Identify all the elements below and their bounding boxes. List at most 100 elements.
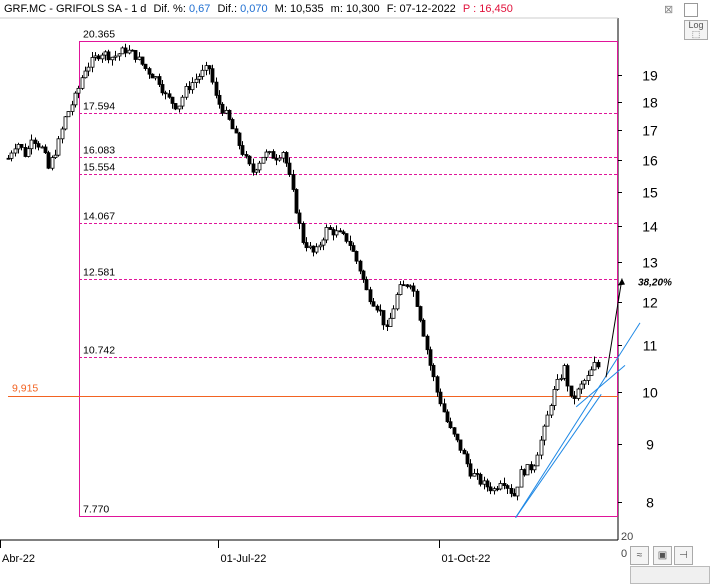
candle-body: [398, 284, 403, 295]
y-tick-label: 9: [646, 437, 654, 453]
candle-body: [220, 103, 225, 114]
candle-body: [70, 104, 75, 112]
y-tick-label: 10: [642, 385, 658, 401]
candle-body: [354, 251, 359, 262]
candle-body: [13, 148, 18, 154]
candle-body: [170, 96, 175, 104]
y-tick-label: 16: [642, 153, 658, 169]
candle-body: [321, 239, 326, 246]
fib-level-label: 20.365: [83, 29, 115, 41]
candle-body: [140, 56, 145, 65]
support-line-label: 9,915: [12, 383, 38, 395]
candle-body: [475, 473, 480, 475]
candle-body: [555, 378, 560, 390]
candle-body: [582, 380, 587, 385]
candle-body: [137, 56, 142, 60]
candle-body: [532, 465, 537, 471]
fib-level-label: 10.742: [83, 345, 115, 357]
y-tick-label: 18: [642, 95, 658, 111]
candle-body: [177, 105, 182, 110]
candle-body: [163, 92, 168, 95]
candle-body: [284, 152, 289, 164]
candle-body: [96, 55, 101, 60]
candle-body: [63, 116, 68, 130]
candle-body: [120, 47, 125, 55]
candle-body: [187, 86, 192, 91]
candle-body: [334, 230, 339, 236]
candle-body: [33, 139, 38, 144]
candle-body: [368, 289, 373, 303]
candle-body: [16, 143, 21, 150]
candle-body: [40, 146, 45, 149]
candle-body: [9, 152, 14, 159]
fib-level-label: 16.083: [83, 145, 115, 157]
candle-body: [445, 411, 450, 423]
candle-body: [502, 483, 507, 486]
scroll-min-label: 0: [621, 548, 628, 560]
candle-body: [498, 483, 503, 490]
candle-body: [271, 151, 276, 159]
candle-body: [468, 463, 473, 477]
price-axis: 8 9 10 11 12 13 14 15 16 17 18 19 Abr-22 01-Jul-22 01-…: [0, 68, 658, 565]
price-chart[interactable]: 20.365 17.594 16.083 15.554 14.067 12.581 10.7…: [0, 0, 710, 584]
horizontal-scrollbar[interactable]: [630, 566, 710, 584]
candle-body: [160, 84, 165, 94]
pin-icon[interactable]: ⊣: [674, 546, 693, 565]
fib-level-label: 7.770: [83, 504, 109, 516]
candle-body: [488, 486, 493, 492]
fibonacci-levels: 20.365 17.594 16.083 15.554 14.067 12.581 10.7…: [8, 29, 618, 517]
candle-body: [375, 305, 380, 311]
projection-arrow-head: [618, 278, 625, 286]
candle-body: [525, 464, 530, 476]
candle-body: [425, 335, 430, 351]
candle-body: [545, 414, 550, 427]
candle-body: [428, 349, 433, 366]
candle-body: [210, 68, 215, 83]
candle-body: [240, 145, 245, 155]
candle-body: [287, 162, 292, 175]
candle-body: [66, 111, 71, 118]
candle-body: [559, 377, 564, 380]
candle-body: [130, 49, 135, 52]
candle-body: [586, 375, 591, 381]
candle-body: [364, 279, 369, 291]
candle-body: [76, 87, 81, 94]
candle-body: [348, 240, 353, 246]
candle-body: [391, 308, 396, 319]
scroll-max-label: 20: [621, 531, 634, 543]
candle-body: [217, 94, 222, 105]
candle-body: [411, 285, 416, 292]
candle-body: [401, 284, 406, 287]
candle-body: [147, 68, 152, 75]
y-tick-label: 12: [642, 295, 658, 311]
candle-body: [515, 486, 520, 497]
candle-body: [341, 231, 346, 235]
candle-body: [492, 488, 497, 492]
candle-body: [227, 109, 232, 120]
candle-body: [297, 212, 302, 224]
candle-body: [103, 51, 108, 56]
candle-body: [539, 439, 544, 456]
candle-body: [80, 77, 85, 89]
candle-body: [331, 229, 336, 236]
candle-body: [442, 403, 447, 413]
fib-level-label: 14.067: [83, 211, 115, 223]
fib-level-label: 17.594: [83, 101, 115, 113]
candle-body: [251, 163, 256, 173]
candle-body: [405, 284, 410, 287]
candle-body: [93, 55, 98, 58]
candle-body: [344, 233, 349, 242]
candle-body: [60, 128, 65, 140]
trend-line-base: [515, 394, 602, 518]
candle-body: [308, 245, 313, 249]
candle-body: [311, 245, 316, 253]
candle-body: [6, 157, 11, 160]
x-tick-label: 01-Jul-22: [221, 553, 267, 565]
candle-body: [133, 50, 138, 60]
candle-body: [194, 78, 199, 83]
save-icon[interactable]: ▣: [653, 546, 672, 565]
indicator-icon[interactable]: ≈: [630, 546, 649, 565]
y-tick-label: 15: [642, 185, 658, 201]
candle-body: [408, 285, 413, 288]
candle-body: [592, 361, 597, 371]
